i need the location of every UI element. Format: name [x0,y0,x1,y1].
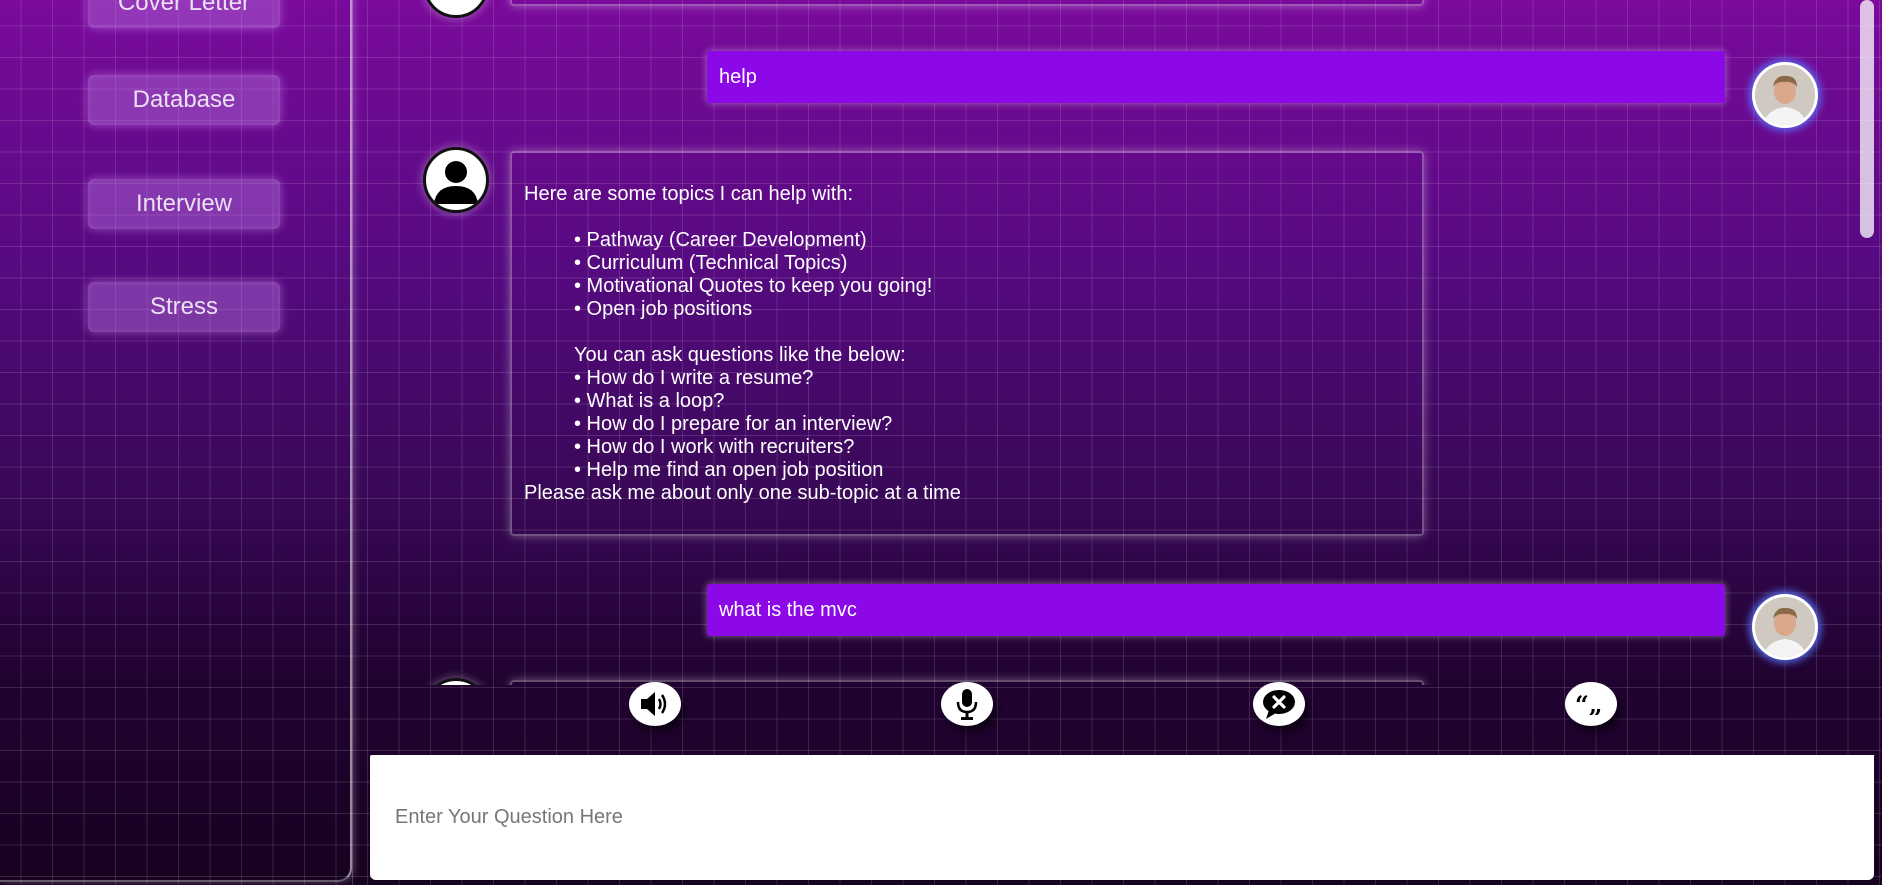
list-item: • Motivational Quotes to keep you going! [574,275,933,297]
user-avatar [1752,62,1818,128]
clear-chat-icon [1263,690,1295,719]
sidebar-divider [352,0,363,885]
bot-avatar [423,0,489,18]
sidebar-item-cover-letter[interactable]: Cover Letter [88,0,280,28]
sidebar-item-label: Stress [149,293,218,320]
microphone-icon [956,689,978,720]
person-silhouette-icon [434,161,478,204]
speaker-button[interactable] [629,682,681,726]
chat-window: help Here are some topics I can help wit… [370,0,1882,685]
list-item: • Curriculum (Technical Topics) [574,252,848,274]
user-message-bubble: help [707,51,1725,103]
user-message-bubble: what is the mvc [707,584,1725,636]
question-input[interactable] [370,755,1874,880]
quote-button[interactable]: “„ [1565,682,1617,726]
bot-message-bubble [510,0,1424,6]
chat-scrollbar[interactable] [1860,0,1874,238]
quote-icon: “„ [1575,693,1603,715]
message-footer: Please ask me about only one sub-topic a… [524,482,961,504]
sidebar-item-label: Interview [135,190,233,217]
topic-list: • Pathway (Career Development) • Curricu… [524,229,1410,482]
sidebar-item-database[interactable]: Database [88,75,280,125]
bot-message-bubble: Here are some topics I can help with: • … [510,151,1424,536]
message-intro: Here are some topics I can help with: [524,183,854,205]
bot-avatar [423,147,489,213]
list-item: • Open job positions [574,298,753,320]
user-avatar [1752,594,1818,660]
sidebar-item-label: Cover Letter [117,0,251,16]
speaker-icon [641,692,667,716]
list-item: • How do I write a resume? [574,367,814,389]
question-input-container [370,755,1874,880]
microphone-button[interactable] [941,682,993,726]
list-item: • Pathway (Career Development) [574,229,867,251]
bot-avatar [423,678,489,685]
sidebar [0,0,352,882]
list-item: • How do I prepare for an interview? [574,413,893,435]
examples-intro: You can ask questions like the below: [574,344,906,366]
message-text: help [719,65,757,88]
sidebar-item-stress[interactable]: Stress [88,282,280,332]
clear-chat-button[interactable] [1253,682,1305,726]
sidebar-item-label: Database [132,86,236,113]
svg-text:“„: “„ [1575,693,1603,715]
user-photo-icon [1755,65,1815,125]
list-item: • How do I work with recruiters? [574,436,855,458]
list-item: • What is a loop? [574,390,725,412]
list-item: • Help me find an open job position [574,459,884,481]
sidebar-item-interview[interactable]: Interview [88,179,280,229]
user-photo-icon [1755,597,1815,657]
message-text: what is the mvc [719,598,857,621]
